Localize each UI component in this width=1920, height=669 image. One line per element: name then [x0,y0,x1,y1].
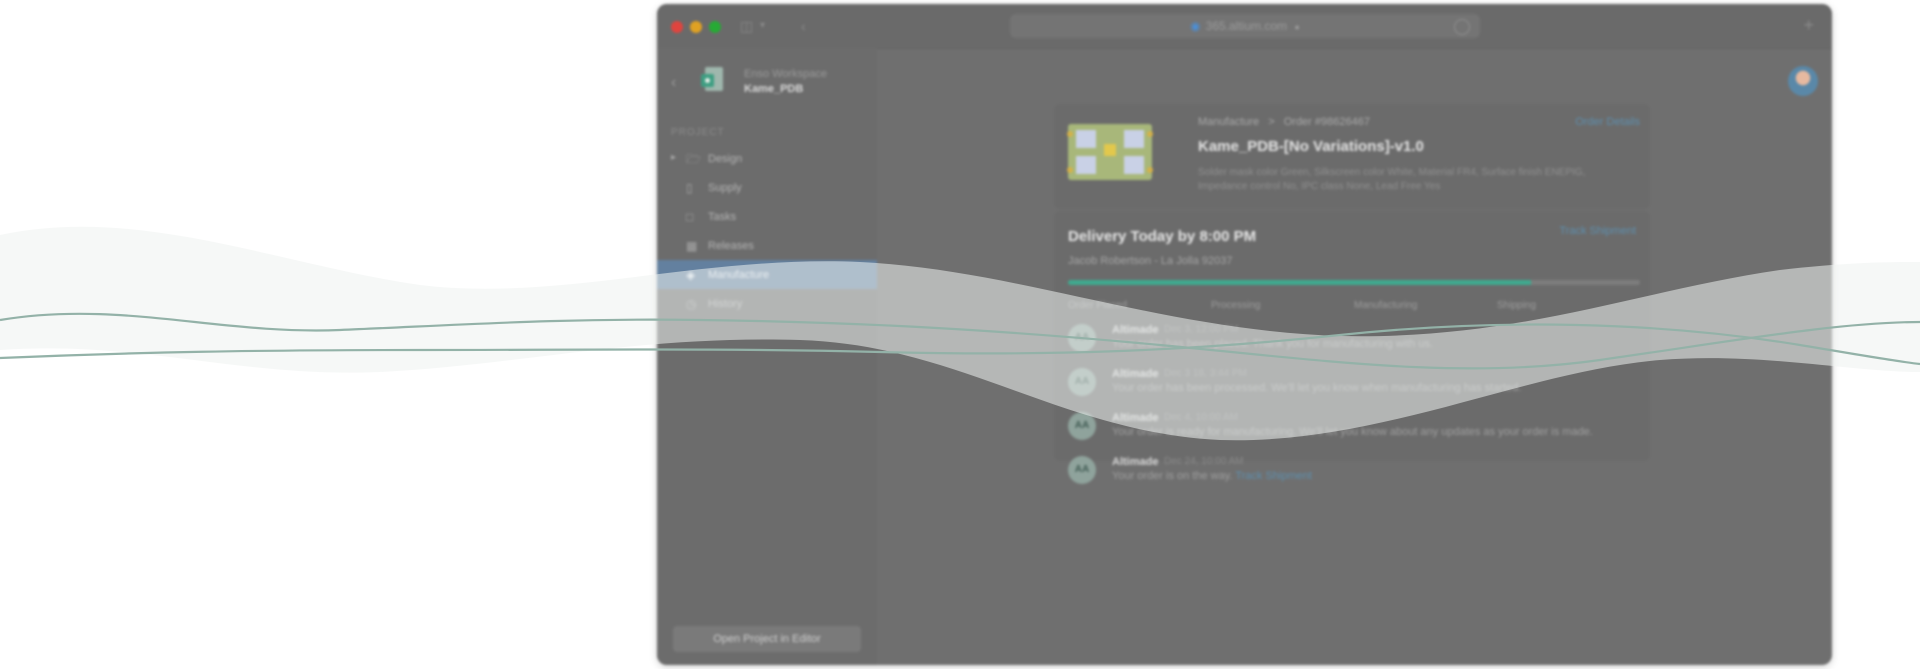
sender-avatar: AA [1068,456,1096,484]
sidebar-item-design[interactable]: ▸ 🗁 Design [657,144,877,173]
message-sender: Altimade [1112,456,1159,468]
message-time: Dec 24, 10:00 AM [1164,456,1244,467]
pcb-board-image [1067,124,1153,180]
order-card: Manufacture > Order #98626467 Order Deta… [1054,104,1650,209]
workspace-name: Enso Workspace [744,68,827,80]
clock-icon: ◷ [686,297,697,311]
address-bar[interactable]: ◉ 365.altium.com ● [1010,14,1480,38]
delivery-card: Delivery Today by 8:00 PM Track Shipment… [1054,211,1650,484]
sender-avatar: AA [1068,368,1096,396]
globe-icon: ◉ [1190,19,1201,33]
user-avatar[interactable] [1788,66,1818,96]
delivery-progress-bar [1068,280,1640,285]
browser-window: ◫ ▾ ‹ ◉ 365.altium.com ● + ‹ Enso Workspa… [657,4,1832,665]
minimize-window-button[interactable] [690,21,702,33]
order-specs: Solder mask color Green, Silkscreen colo… [1198,167,1586,192]
breadcrumb-order: Order #98626467 [1283,116,1370,128]
message-item: AA Altimade Dec 3, 12:00 PM Your order h… [1068,324,1648,364]
message-text: Your order is ready for manufacturing. W… [1112,426,1593,438]
sidebar-item-label: Design [708,153,743,165]
message-sender: Altimade [1112,368,1159,380]
breadcrumb: Manufacture > Order #98626467 [1198,116,1370,128]
plus-icon[interactable]: + [1803,16,1814,34]
phone-icon: ▯ [686,181,693,195]
sidebar-item-history[interactable]: ◷ History [657,289,877,318]
sender-avatar: AA [1068,412,1096,440]
chevron-down-icon[interactable]: ▾ [760,18,765,34]
sidebar-item-label: Tasks [708,211,737,223]
message-sender: Altimade [1112,412,1159,424]
project-name: Kame_PDB [744,83,804,95]
lock-icon: ● [1294,22,1300,32]
progress-fill [1068,280,1532,285]
message-time: Dec 4, 10:00 AM [1164,412,1238,423]
close-window-button[interactable] [671,21,683,33]
sidebar-item-releases[interactable]: ▦ Releases [657,231,877,260]
message-track-link[interactable]: Track Shipment [1235,470,1312,482]
folder-icon: 🗁 [686,152,701,166]
grid-icon: ▦ [686,239,698,253]
maximize-window-button[interactable] [709,21,721,33]
track-shipment-link[interactable]: Track Shipment [1559,225,1636,237]
message-time: Dec 3 18, 3:44 PM [1164,368,1247,379]
chevron-right-icon[interactable]: ▸ [671,152,676,163]
step-manufacturing: Manufacturing [1354,300,1418,311]
recipient: Jacob Robertson - La Jolla 92037 [1068,255,1233,267]
message-item: AA Altimade Dec 4, 10:00 AM Your order i… [1068,412,1648,452]
message-sender: Altimade [1112,324,1159,336]
sidebar-item-supply[interactable]: ▯ Supply [657,173,877,202]
title-bar: ◫ ▾ ‹ ◉ 365.altium.com ● + [657,4,1832,49]
message-text: Your order is on the way. Track Shipment [1112,470,1312,482]
section-label: PROJECT [671,127,725,138]
workspace-logo [701,67,723,91]
breadcrumb-separator: > [1268,116,1275,128]
sidebar: ‹ Enso Workspace Kame_PDB PROJECT ▸ 🗁 De… [657,48,877,665]
chat-icon: □ [686,210,694,224]
back-arrow-icon[interactable]: ‹ [801,18,806,34]
message-time: Dec 3, 12:00 PM [1164,324,1239,335]
message-text: Your order has been placed. Thank you fo… [1112,338,1434,350]
sidebar-item-manufacture[interactable]: ◈ Manufacture [657,260,877,289]
open-project-button[interactable]: Open Project in Editor [673,626,861,652]
order-details-link[interactable]: Order Details [1575,116,1640,128]
delivery-title: Delivery Today by 8:00 PM [1068,228,1257,245]
sidebar-item-label: Supply [708,182,742,194]
sidebar-item-label: Manufacture [708,269,770,281]
message-item: AA Altimade Dec 3 18, 3:44 PM Your order… [1068,368,1648,408]
sender-avatar: AA [1068,324,1096,352]
reload-icon[interactable] [1454,19,1470,35]
sidebar-item-tasks[interactable]: □ Tasks [657,202,877,231]
step-processing: Processing [1211,300,1261,311]
address-text: 365.altium.com [1205,19,1288,33]
step-order-placed: Order Placed [1068,300,1127,311]
sidebar-toggle-icon[interactable]: ◫ [740,18,753,34]
sidebar-item-label: History [708,298,743,310]
box-icon: ◈ [686,268,696,282]
breadcrumb-section[interactable]: Manufacture [1198,116,1259,128]
order-title: Kame_PDB-[No Variations]-v1.0 [1198,138,1424,155]
message-text: Your order has been processed. We'll let… [1112,382,1522,394]
back-chevron-icon[interactable]: ‹ [671,74,676,92]
step-shipping: Shipping [1497,300,1536,311]
message-item: AA Altimade Dec 24, 10:00 AM Your order … [1068,456,1648,496]
sidebar-item-label: Releases [708,240,754,252]
